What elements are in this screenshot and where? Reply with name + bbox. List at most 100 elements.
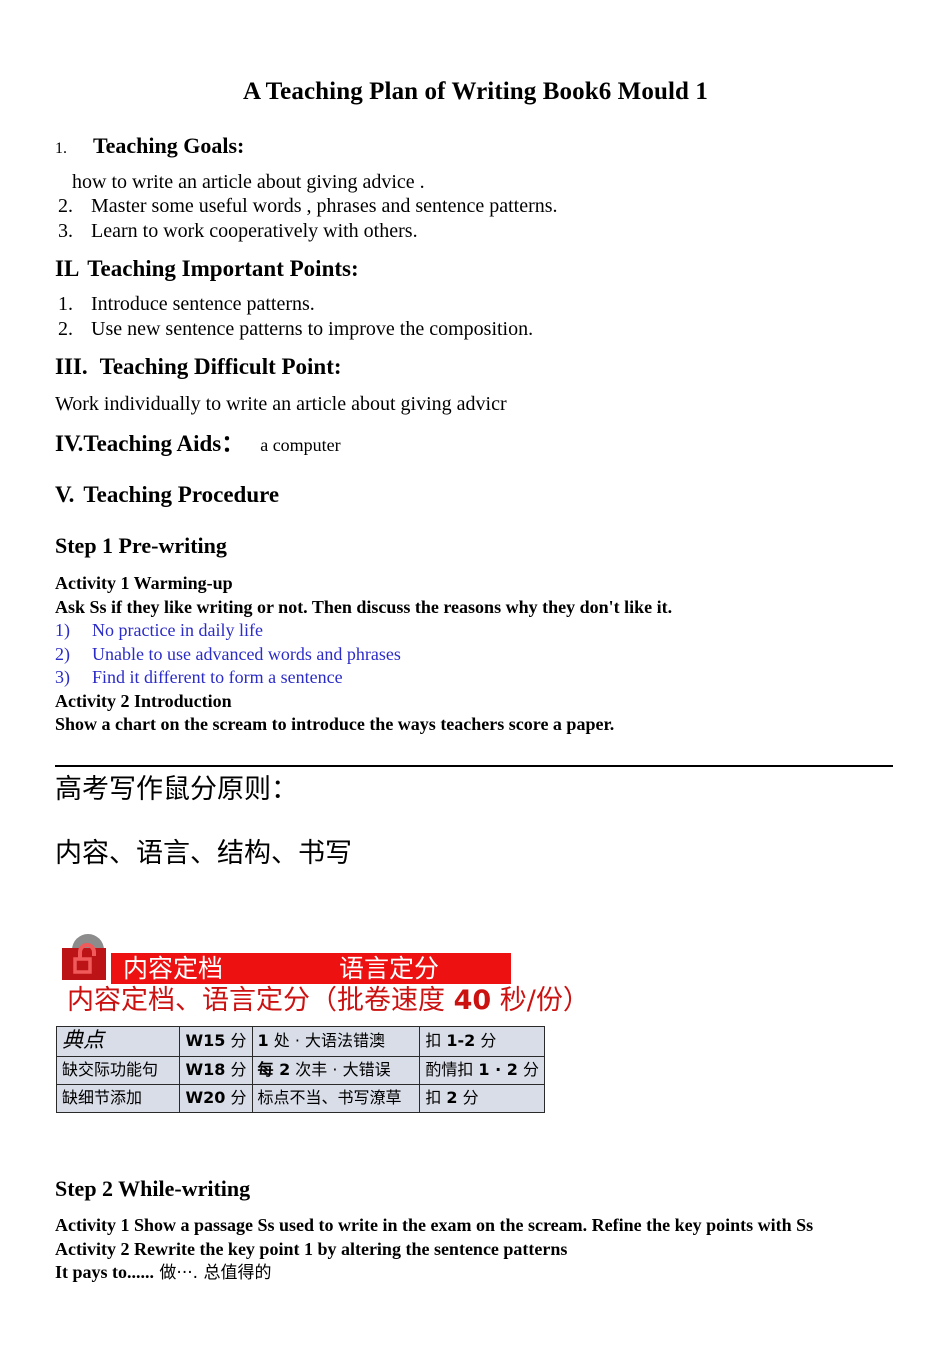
score-headline: 内容定档、语言定分（批卷速度 40 秒/份） [67,984,590,1018]
row1-condition: 1 处 · 大语法错澳 [251,1026,421,1057]
row1-condition-bold: 1 [257,1031,269,1050]
ip-item-1-text: Introduce sentence patterns. [91,293,315,315]
row2-deduction: 酌情扣 1 · 2 分 [419,1056,545,1085]
score-banner: 内容定档 语言定分 [111,953,511,984]
row2-deduction-bold: 1 · 2 [478,1060,518,1079]
list-item: 3. Learn to work cooperatively with othe… [58,219,898,244]
row3-score-bold: W20 [185,1088,226,1107]
row3-deduction-post: 分 [457,1088,479,1107]
row3-score-rest: 分 [225,1088,247,1107]
row2-condition: 每 2 次丰 · 大错误 [251,1056,421,1085]
row1-deduction-bold: 1-2 [446,1031,476,1050]
headline-suffix: 秒/份） [491,985,590,1016]
row2-score-bold: W18 [185,1060,226,1079]
row1-score-bold: W15 [185,1031,226,1050]
section-heading-teaching-procedure: V. Teaching Procedure [55,480,279,510]
reason-1-number: 1) [55,620,70,640]
ip-item-2-text: Use new sentence patterns to improve the… [91,318,534,340]
reason-1-text: No practice in daily life [92,620,263,640]
reason-2-number: 2) [55,643,70,664]
row3-deduction: 扣 2 分 [419,1084,545,1113]
section-heading-teaching-goals: 1. Teaching Goals: [0,106,951,159]
important-points-numeral: IL [55,256,80,281]
reason-3-number: 3) [55,667,70,687]
chinese-heading-principles: 高考写作鼠分原则： [55,774,298,805]
row1-category-text: 典点 [62,1028,104,1052]
step1-heading: Step 1 Pre-writing [55,533,227,558]
section-divider [55,765,893,767]
table-row: 缺交际功能句 W18 分 每 2 次丰 · 大错误 酌情扣 1 · 2 分 [55,1056,545,1085]
score-banner-block: 内容定档 语言定分 内容定档、语言定分（批卷速度 40 秒/份） [55,928,615,1028]
table-row: 典点 W15 分 1 处 · 大语法错澳 扣 1-2 分 [55,1026,545,1057]
goals-number: 1. [55,140,67,157]
goals-item-1: how to write an article about giving adv… [72,171,425,193]
row1-category: 典点 [55,1026,181,1057]
reason-item: 3) Find it different to form a sentence [55,666,905,690]
section-heading-difficult-point: III. Teaching Difficult Point: [55,352,342,382]
row3-deduction-pre: 扣 [425,1088,447,1107]
section-heading-important-points: IL Teaching Important Points: [55,254,359,284]
difficult-point-body: Work individually to write an article ab… [55,393,507,415]
goals-item-3-text: Learn to work cooperatively with others. [91,220,418,242]
important-points-heading-text: Teaching Important Points: [87,256,359,281]
step2-phrase-en: It pays to...... [55,1262,155,1282]
list-item: 1. Introduce sentence patterns. [58,292,898,317]
ip-item-2-number: 2. [58,318,73,340]
row2-deduction-post: 分 [517,1060,539,1079]
difficult-point-heading-text: Teaching Difficult Point: [99,354,342,379]
goals-heading-text: Teaching Goals: [93,133,245,158]
row2-category: 缺交际功能句 [55,1056,181,1085]
row3-condition: 标点不当、书写潦草 [251,1084,421,1113]
step1-body: Activity 1 Warming-up Ask Ss if they lik… [55,572,905,737]
row3-deduction-bold: 2 [446,1088,458,1107]
row1-score-rest: 分 [225,1031,247,1050]
teaching-aids-numeral: IV. [55,431,84,456]
document-page: A Teaching Plan of Writing Book6 Mould 1… [0,0,951,1371]
goals-item-3-number: 3. [58,220,73,242]
reason-item: 2) Unable to use advanced words and phra… [55,643,905,667]
step1-activity1-prompt: Ask Ss if they like writing or not. Then… [55,596,673,617]
headline-emphasis-seconds: 40 [453,985,492,1016]
goals-list: how to write an article about giving adv… [72,170,912,195]
section-heading-teaching-aids: IV.Teaching Aids： a computer [55,429,341,460]
step1-activity2-title: Activity 2 Introduction [55,690,232,711]
goals-item-2-number: 2. [58,195,73,217]
goals-list-numbered: 2. Master some useful words , phrases an… [58,194,898,244]
banner-label-language: 语言定分 [339,954,440,983]
step2-body: Activity 1 Show a passage Ss used to wri… [55,1214,915,1286]
step2-line-1: Activity 1 Show a passage Ss used to wri… [55,1215,814,1235]
row1-score: W15 分 [179,1026,253,1057]
list-item: 2. Master some useful words , phrases an… [58,194,898,219]
procedure-numeral: V. [55,482,75,507]
headline-prefix: 内容定档、语言定分（批卷速度 [67,985,454,1016]
list-item: 2. Use new sentence patterns to improve … [58,317,898,342]
step2-heading: Step 2 While-writing [55,1176,251,1201]
step2-line-2: Activity 2 Rewrite the key point 1 by al… [55,1238,568,1259]
procedure-heading-text: Teaching Procedure [83,482,280,507]
row2-condition-bold: 每 2 [257,1060,291,1079]
table-row: 缺细节添加 W20 分 标点不当、书写潦草 扣 2 分 [55,1084,545,1113]
row1-deduction: 扣 1-2 分 [419,1026,545,1057]
ip-item-1-number: 1. [58,293,73,315]
row2-condition-rest: 次丰 · 大错误 [290,1060,391,1079]
reason-item: 1) No practice in daily life [55,619,905,643]
difficult-point-numeral: III. [55,354,88,379]
banner-label-content: 内容定档 [123,954,224,983]
row1-deduction-pre: 扣 [425,1031,447,1050]
important-points-list: 1. Introduce sentence patterns. 2. Use n… [58,292,898,342]
score-criteria-table: 典点 W15 分 1 处 · 大语法错澳 扣 1-2 分 缺交际功能句 W18 … [55,1026,545,1113]
row2-deduction-pre: 酌情扣 [425,1060,479,1079]
row3-score: W20 分 [179,1084,253,1113]
teaching-aids-heading-text: Teaching Aids： [83,431,245,456]
reason-2-text: Unable to use advanced words and phrases [92,643,401,664]
row2-score: W18 分 [179,1056,253,1085]
step2-phrase: It pays to...... 做···. 总值得的 [55,1261,915,1286]
page-title: A Teaching Plan of Writing Book6 Mould 1 [243,78,708,105]
step1-activity1-title: Activity 1 Warming-up [55,573,233,593]
row3-category: 缺细节添加 [55,1084,181,1113]
step2-phrase-cn: 做···. 总值得的 [154,1263,272,1283]
chinese-heading-dimensions: 内容、语言、结构、书写 [55,838,352,869]
row2-score-rest: 分 [225,1060,247,1079]
open-padlock-icon [60,930,112,982]
step1-activity2-prompt: Show a chart on the scream to introduce … [55,714,615,734]
